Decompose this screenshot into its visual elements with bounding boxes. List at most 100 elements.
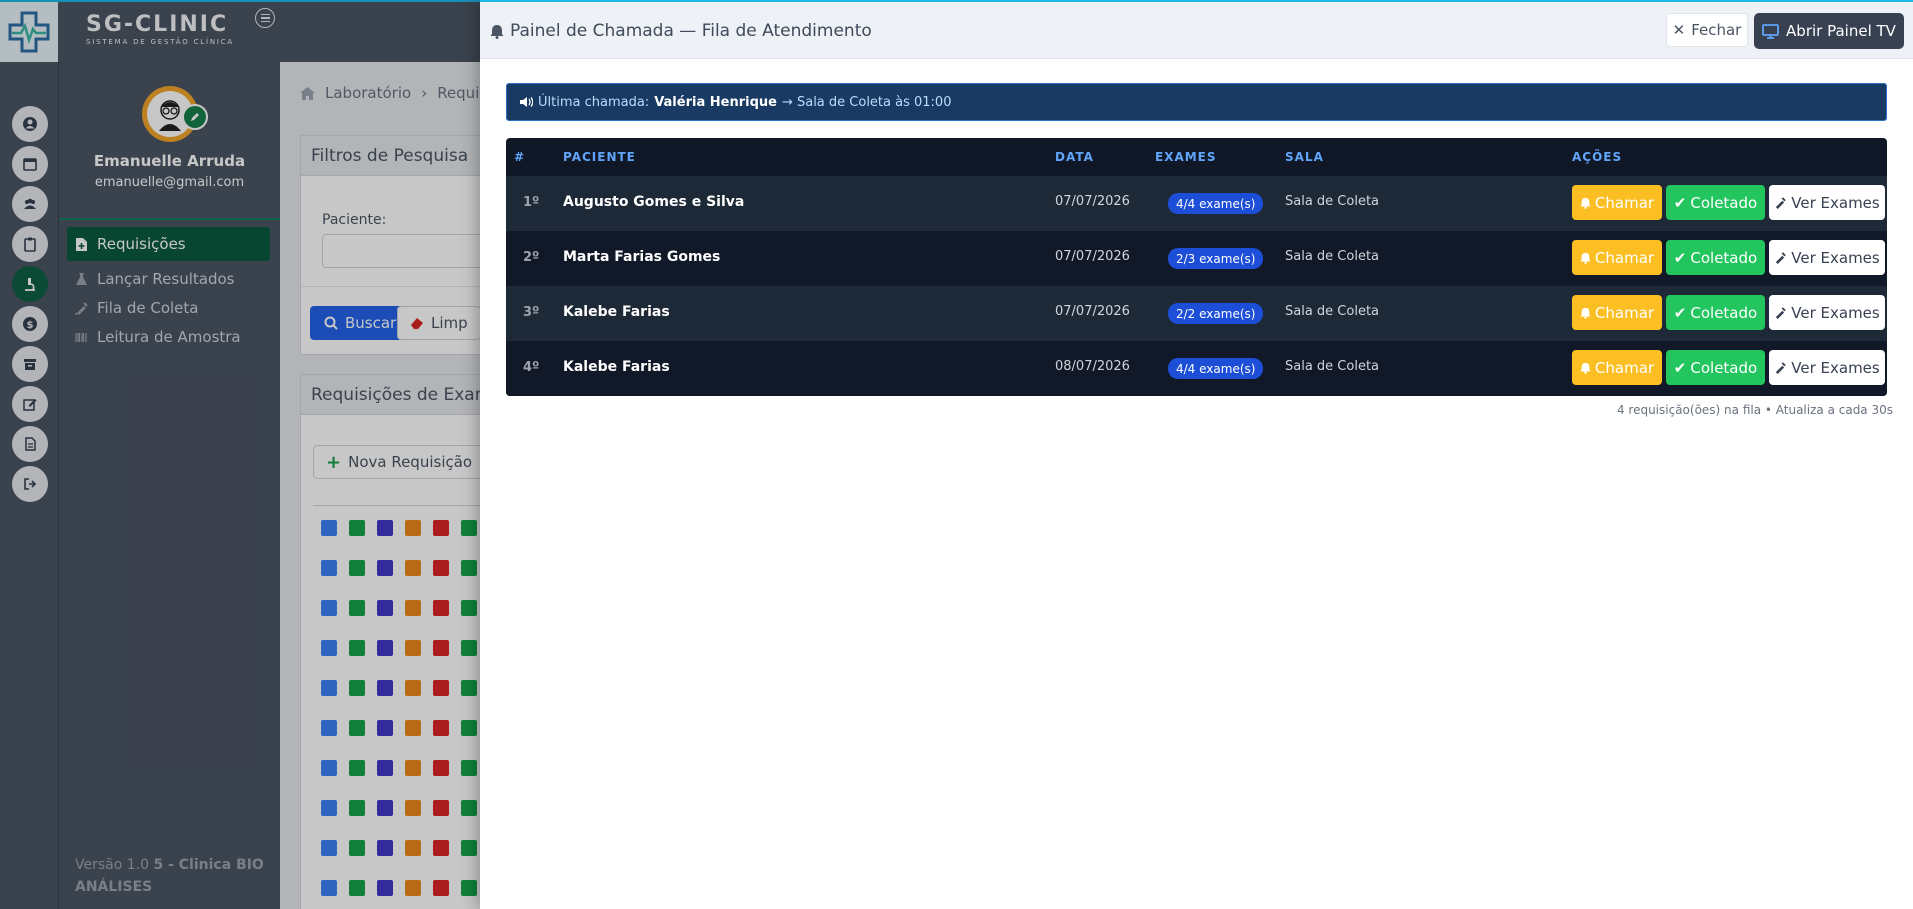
trash-icon[interactable] — [433, 800, 449, 816]
rail-archive-button[interactable] — [12, 346, 48, 382]
print-icon[interactable] — [377, 760, 393, 776]
user-check-icon[interactable] — [461, 560, 477, 576]
user-check-icon[interactable] — [461, 760, 477, 776]
file-icon[interactable] — [349, 640, 365, 656]
collected-button[interactable]: ✔ Coletado — [1666, 295, 1765, 330]
user-check-icon[interactable] — [461, 720, 477, 736]
edit-icon[interactable] — [321, 760, 337, 776]
rail-edit-button[interactable] — [12, 386, 48, 422]
tray-icon[interactable] — [405, 600, 421, 616]
menu-toggle-button[interactable] — [255, 8, 275, 28]
edit-icon[interactable] — [321, 840, 337, 856]
tray-icon[interactable] — [405, 840, 421, 856]
trash-icon[interactable] — [433, 760, 449, 776]
tray-icon[interactable] — [405, 720, 421, 736]
call-button[interactable]: Chamar — [1572, 350, 1662, 385]
edit-icon[interactable] — [321, 560, 337, 576]
file-icon[interactable] — [349, 840, 365, 856]
file-icon[interactable] — [349, 600, 365, 616]
edit-icon[interactable] — [321, 720, 337, 736]
table-row: 3º Kalebe Farias 07/07/2026 2/2 exame(s)… — [506, 286, 1887, 341]
edit-icon[interactable] — [321, 600, 337, 616]
call-button[interactable]: Chamar — [1572, 295, 1662, 330]
call-button[interactable]: Chamar — [1572, 240, 1662, 275]
trash-icon[interactable] — [433, 640, 449, 656]
file-icon[interactable] — [349, 560, 365, 576]
rail-users-button[interactable] — [12, 186, 48, 222]
file-icon[interactable] — [349, 720, 365, 736]
close-icon: ✕ — [1672, 21, 1686, 39]
rail-laboratory-button[interactable] — [12, 266, 48, 302]
print-icon[interactable] — [377, 520, 393, 536]
view-exams-button[interactable]: Ver Exames — [1769, 185, 1885, 220]
print-icon[interactable] — [377, 880, 393, 896]
trash-icon[interactable] — [433, 880, 449, 896]
collected-button[interactable]: ✔ Coletado — [1666, 240, 1765, 275]
tray-icon[interactable] — [405, 880, 421, 896]
tray-icon[interactable] — [405, 680, 421, 696]
tray-icon[interactable] — [405, 560, 421, 576]
print-icon[interactable] — [377, 840, 393, 856]
sidebar-item-leitura-de-amostra[interactable]: Leitura de Amostra — [67, 320, 270, 354]
file-icon[interactable] — [349, 760, 365, 776]
user-check-icon[interactable] — [461, 600, 477, 616]
search-button[interactable]: Buscar — [310, 306, 411, 340]
clear-button[interactable]: Limp — [397, 306, 481, 340]
user-check-icon[interactable] — [461, 800, 477, 816]
rail-document-button[interactable] — [12, 426, 48, 462]
rail-profile-button[interactable] — [12, 106, 48, 142]
user-check-icon[interactable] — [461, 520, 477, 536]
print-icon[interactable] — [377, 800, 393, 816]
open-tv-panel-button[interactable]: Abrir Painel TV — [1754, 13, 1904, 49]
trash-icon[interactable] — [433, 720, 449, 736]
print-icon[interactable] — [377, 640, 393, 656]
edit-icon[interactable] — [321, 880, 337, 896]
sidebar-item-requisicoes[interactable]: Requisições — [67, 227, 270, 261]
new-request-button[interactable]: + Nova Requisição — [313, 445, 486, 479]
tray-icon[interactable] — [405, 800, 421, 816]
view-exams-button[interactable]: Ver Exames — [1769, 350, 1885, 385]
rail-clipboard-button[interactable] — [12, 226, 48, 262]
tray-icon[interactable] — [405, 760, 421, 776]
rail-logout-button[interactable] — [12, 466, 48, 502]
edit-icon[interactable] — [321, 800, 337, 816]
user-check-icon[interactable] — [461, 840, 477, 856]
file-icon[interactable] — [349, 680, 365, 696]
trash-icon[interactable] — [433, 520, 449, 536]
edit-icon[interactable] — [321, 640, 337, 656]
user-check-icon[interactable] — [461, 880, 477, 896]
edit-avatar-button[interactable] — [182, 104, 208, 130]
trash-icon[interactable] — [433, 840, 449, 856]
user-check-icon[interactable] — [461, 680, 477, 696]
file-icon[interactable] — [349, 800, 365, 816]
file-icon[interactable] — [349, 880, 365, 896]
table-row: 2º Marta Farias Gomes 07/07/2026 2/3 exa… — [506, 231, 1887, 286]
trash-icon[interactable] — [433, 680, 449, 696]
trash-icon[interactable] — [433, 600, 449, 616]
rail-calendar-button[interactable] — [12, 146, 48, 182]
collected-button[interactable]: ✔ Coletado — [1666, 350, 1765, 385]
print-icon[interactable] — [377, 560, 393, 576]
user-check-icon[interactable] — [461, 640, 477, 656]
call-button[interactable]: Chamar — [1572, 185, 1662, 220]
menu-line — [260, 20, 270, 23]
panel-title: Painel de Chamada — Fila de Atendimento — [490, 21, 872, 41]
breadcrumb-item[interactable]: Laboratório — [325, 84, 411, 102]
view-exams-button[interactable]: Ver Exames — [1769, 240, 1885, 275]
edit-icon[interactable] — [321, 520, 337, 536]
clinic-logo[interactable] — [0, 2, 58, 62]
column-header-exams: EXAMES — [1155, 150, 1217, 164]
print-icon[interactable] — [377, 600, 393, 616]
tray-icon[interactable] — [405, 640, 421, 656]
syringe-icon — [1776, 251, 1786, 264]
print-icon[interactable] — [377, 680, 393, 696]
collected-button[interactable]: ✔ Coletado — [1666, 185, 1765, 220]
rail-finance-button[interactable]: $ — [12, 306, 48, 342]
tray-icon[interactable] — [405, 520, 421, 536]
print-icon[interactable] — [377, 720, 393, 736]
close-button[interactable]: ✕ Fechar — [1666, 13, 1748, 47]
trash-icon[interactable] — [433, 560, 449, 576]
view-exams-button[interactable]: Ver Exames — [1769, 295, 1885, 330]
file-icon[interactable] — [349, 520, 365, 536]
edit-icon[interactable] — [321, 680, 337, 696]
